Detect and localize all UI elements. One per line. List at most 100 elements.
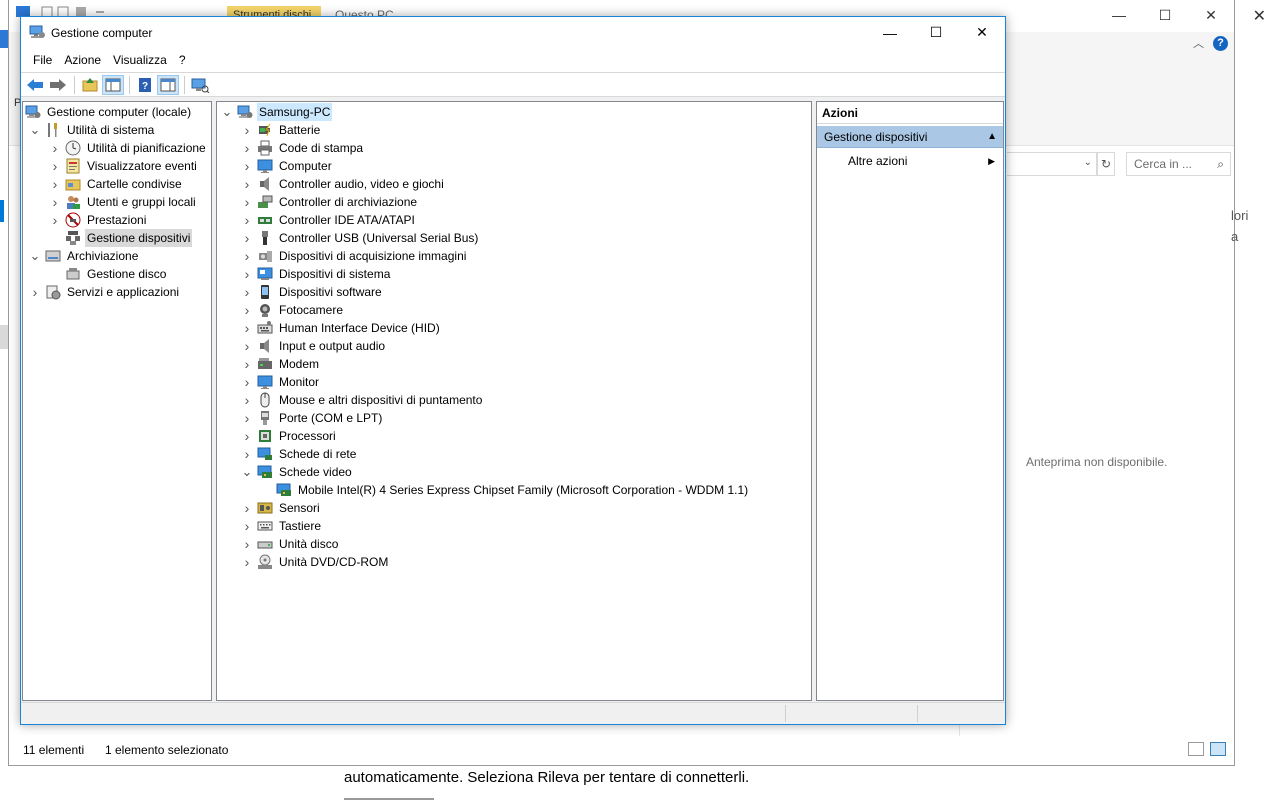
collapse-chevron-icon[interactable]: › bbox=[241, 157, 253, 175]
collapse-chevron-icon[interactable]: › bbox=[49, 139, 61, 157]
device-label: Mobile Intel(R) 4 Series Express Chipset… bbox=[298, 483, 749, 497]
device-category[interactable]: › Computer bbox=[241, 157, 334, 175]
device-category[interactable]: › Human Interface Device (HID) bbox=[241, 319, 442, 337]
device-category[interactable]: › Processori bbox=[241, 427, 338, 445]
collapse-chevron-icon[interactable]: › bbox=[241, 121, 253, 139]
menu-help[interactable]: ? bbox=[173, 48, 192, 72]
device-category[interactable]: › Tastiere bbox=[241, 517, 323, 535]
close-icon[interactable]: ✕ bbox=[1188, 0, 1234, 30]
device-category[interactable]: › Unità disco bbox=[241, 535, 340, 553]
device-category[interactable]: › Unità DVD/CD-ROM bbox=[241, 553, 390, 571]
collapse-chevron-icon[interactable]: › bbox=[29, 283, 41, 301]
expand-chevron-icon[interactable]: ⌄ bbox=[29, 247, 41, 265]
maximize-icon[interactable]: ☐ bbox=[1142, 0, 1188, 30]
menu-visualizza[interactable]: Visualizza bbox=[107, 48, 173, 72]
device-root[interactable]: ⌄ Samsung-PC bbox=[221, 103, 333, 121]
collapse-chevron-icon[interactable]: › bbox=[241, 139, 253, 157]
collapse-chevron-icon[interactable]: › bbox=[241, 211, 253, 229]
collapse-chevron-icon[interactable]: › bbox=[241, 499, 253, 517]
device-category[interactable]: › Input e output audio bbox=[241, 337, 387, 355]
collapse-chevron-icon[interactable]: › bbox=[241, 265, 253, 283]
device-category[interactable]: › Controller IDE ATA/ATAPI bbox=[241, 211, 417, 229]
expand-chevron-icon[interactable]: ⌄ bbox=[241, 463, 253, 481]
up-folder-button[interactable] bbox=[79, 75, 101, 95]
tree-item[interactable]: Gestione dispositivi bbox=[49, 229, 193, 247]
tree-item[interactable]: › Utilità di pianificazione bbox=[49, 139, 208, 157]
device-category[interactable]: › Controller audio, video e giochi bbox=[241, 175, 446, 193]
collapse-chevron-icon[interactable]: › bbox=[49, 211, 61, 229]
collapse-chevron-icon[interactable]: › bbox=[241, 175, 253, 193]
show-hide-tree-button[interactable] bbox=[102, 74, 124, 95]
collapse-chevron-icon[interactable]: › bbox=[241, 445, 253, 463]
minimize-button[interactable]: — bbox=[867, 17, 913, 48]
tree-item[interactable]: › Prestazioni bbox=[49, 211, 148, 229]
collapse-chevron-icon[interactable]: › bbox=[241, 301, 253, 319]
large-icons-view-icon[interactable] bbox=[1210, 742, 1226, 756]
device-category[interactable]: › Monitor bbox=[241, 373, 321, 391]
tree-item[interactable]: ⌄ Utilità di sistema bbox=[29, 121, 156, 139]
collapse-chevron-icon[interactable]: › bbox=[49, 157, 61, 175]
device-category[interactable]: › Fotocamere bbox=[241, 301, 345, 319]
tree-item[interactable]: › Utenti e gruppi locali bbox=[49, 193, 198, 211]
help-icon[interactable]: ? bbox=[1213, 36, 1228, 51]
collapse-chevron-icon[interactable]: › bbox=[241, 283, 253, 301]
tree-item[interactable]: Gestione computer (locale) bbox=[25, 103, 193, 121]
collapse-chevron-icon[interactable]: › bbox=[241, 391, 253, 409]
collapse-chevron-icon[interactable]: › bbox=[241, 193, 253, 211]
collapse-chevron-icon[interactable]: › bbox=[241, 373, 253, 391]
device-item[interactable]: Mobile Intel(R) 4 Series Express Chipset… bbox=[276, 481, 750, 499]
collapse-chevron-icon[interactable]: › bbox=[241, 247, 253, 265]
more-actions-item[interactable]: Altre azioni ▶ bbox=[817, 150, 1003, 172]
device-category[interactable]: › Dispositivi di sistema bbox=[241, 265, 392, 283]
device-category[interactable]: › Schede di rete bbox=[241, 445, 358, 463]
actions-section-device-manager[interactable]: Gestione dispositivi ▲ bbox=[817, 126, 1003, 148]
menu-azione[interactable]: Azione bbox=[58, 48, 107, 72]
action-pane-icon bbox=[160, 78, 176, 91]
expand-chevron-icon[interactable]: ⌄ bbox=[221, 103, 233, 121]
chevron-up-icon[interactable]: ︿ bbox=[1193, 35, 1204, 51]
help-button[interactable]: ? bbox=[134, 75, 156, 95]
refresh-icon[interactable]: ↻ bbox=[1097, 152, 1115, 176]
collapse-chevron-icon[interactable]: › bbox=[241, 409, 253, 427]
collapse-chevron-icon[interactable]: › bbox=[241, 319, 253, 337]
maximize-button[interactable]: ☐ bbox=[913, 17, 959, 48]
device-category[interactable]: › Dispositivi di acquisizione immagini bbox=[241, 247, 468, 265]
device-category[interactable]: › Modem bbox=[241, 355, 321, 373]
device-category[interactable]: › Sensori bbox=[241, 499, 322, 517]
device-category[interactable]: ⌄ Schede video bbox=[241, 463, 354, 481]
scan-hardware-button[interactable] bbox=[189, 75, 211, 95]
minimize-icon[interactable]: — bbox=[1096, 0, 1142, 30]
device-category[interactable]: › Dispositivi software bbox=[241, 283, 384, 301]
tree-item[interactable]: › Cartelle condivise bbox=[49, 175, 184, 193]
collapse-chevron-icon[interactable]: › bbox=[241, 355, 253, 373]
device-category[interactable]: › Controller USB (Universal Serial Bus) bbox=[241, 229, 480, 247]
device-category[interactable]: › Controller di archiviazione bbox=[241, 193, 419, 211]
menu-file[interactable]: File bbox=[27, 48, 58, 72]
collapse-chevron-icon[interactable]: › bbox=[241, 517, 253, 535]
tree-item[interactable]: › Servizi e applicazioni bbox=[29, 283, 181, 301]
search-input[interactable]: Cerca in ... ⌕ bbox=[1126, 152, 1231, 176]
collapse-chevron-icon[interactable]: › bbox=[49, 175, 61, 193]
details-view-icon[interactable] bbox=[1188, 742, 1204, 756]
collapse-chevron-icon[interactable]: › bbox=[241, 535, 253, 553]
collapse-chevron-icon[interactable]: › bbox=[241, 553, 253, 571]
collapse-chevron-icon[interactable]: › bbox=[241, 427, 253, 445]
device-category[interactable]: › Code di stampa bbox=[241, 139, 365, 157]
collapse-chevron-icon[interactable]: › bbox=[49, 193, 61, 211]
device-category[interactable]: › Porte (COM e LPT) bbox=[241, 409, 384, 427]
device-category[interactable]: › Batterie bbox=[241, 121, 322, 139]
show-hide-actions-button[interactable] bbox=[157, 74, 179, 95]
tree-item-label: Utenti e gruppi locali bbox=[87, 195, 196, 209]
device-category[interactable]: › Mouse e altri dispositivi di puntamento bbox=[241, 391, 484, 409]
tree-item[interactable]: › Visualizzatore eventi bbox=[49, 157, 199, 175]
collapse-chevron-icon[interactable]: › bbox=[241, 337, 253, 355]
settings-close-icon[interactable]: ✕ bbox=[1253, 6, 1266, 26]
tree-item[interactable]: ⌄ Archiviazione bbox=[29, 247, 140, 265]
expand-chevron-icon[interactable]: ⌄ bbox=[29, 121, 41, 139]
forward-button[interactable] bbox=[47, 75, 69, 95]
address-dropdown[interactable]: ⌄ bbox=[1007, 152, 1097, 176]
tree-item[interactable]: Gestione disco bbox=[49, 265, 168, 283]
close-button[interactable]: ✕ bbox=[959, 17, 1005, 48]
back-button[interactable] bbox=[24, 75, 46, 95]
collapse-chevron-icon[interactable]: › bbox=[241, 229, 253, 247]
